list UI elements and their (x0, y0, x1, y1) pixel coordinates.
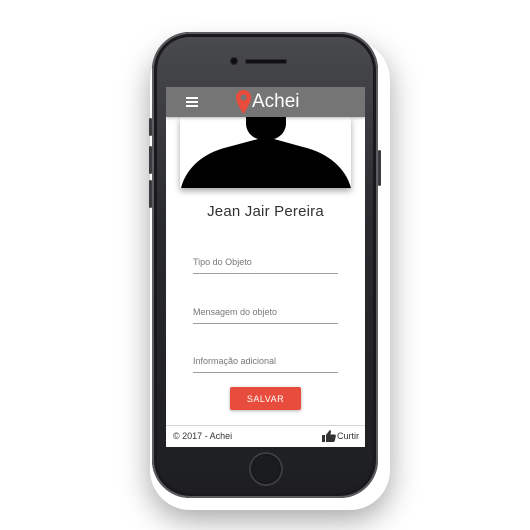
home-button[interactable] (249, 452, 283, 486)
like-label: Curtir (337, 431, 359, 441)
thumbs-up-icon (322, 430, 336, 442)
app-screen: Achei Jean Jair Pereira SALVAR © 2017 - … (166, 87, 365, 447)
earpiece-speaker (245, 59, 287, 64)
object-message-field[interactable] (193, 301, 338, 324)
object-type-field[interactable] (193, 251, 338, 274)
person-silhouette-icon (180, 117, 351, 188)
app-bar: Achei (166, 87, 365, 117)
mockup-scene: Achei Jean Jair Pereira SALVAR © 2017 - … (0, 0, 530, 530)
footer: © 2017 - Achei Curtir (166, 425, 365, 447)
location-pin-icon (236, 90, 251, 114)
volume-button (149, 180, 152, 208)
volume-button (149, 118, 152, 136)
app-title: Achei (252, 91, 300, 112)
additional-info-field[interactable] (193, 350, 338, 373)
avatar (180, 117, 351, 188)
front-camera (230, 57, 238, 65)
user-name: Jean Jair Pereira (207, 203, 324, 220)
like-button[interactable]: Curtir (322, 429, 359, 443)
power-button (378, 150, 381, 186)
volume-button (149, 146, 152, 174)
hamburger-menu-icon[interactable] (186, 97, 198, 107)
save-button[interactable]: SALVAR (230, 387, 301, 410)
copyright-text: © 2017 - Achei (173, 431, 233, 441)
